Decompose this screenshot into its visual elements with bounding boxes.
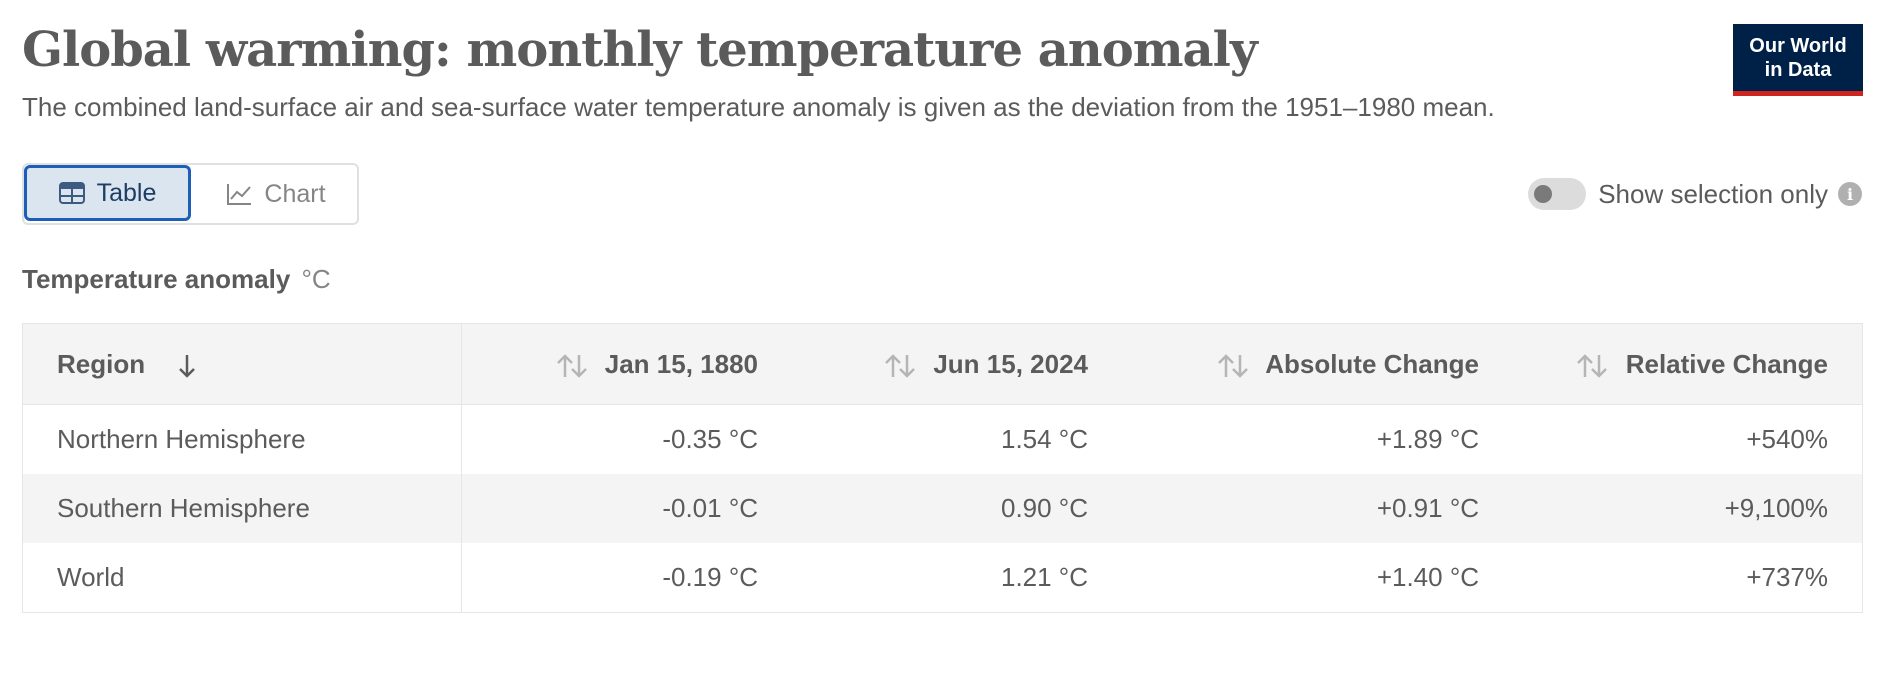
show-selection-label[interactable]: Show selection only [1598,179,1828,210]
data-table: Region Jan 15, 1880 Jun 15, 2024 Absolut… [22,323,1863,613]
column-header-relative-change[interactable]: Relative Change [1513,323,1863,405]
table-cell: -0.01 °C [461,474,792,543]
table-cell: +737% [1746,562,1828,592]
page-title: Global warming: monthly temperature anom… [22,22,1258,78]
table-cell: +0.91 °C [1122,474,1513,543]
table-cell: 0.90 °C [792,474,1122,543]
column-header-label: Jan 15, 1880 [604,348,758,379]
table-row[interactable]: Southern Hemisphere -0.01 °C 0.90 °C +0.… [22,474,1863,543]
tab-chart-label: Chart [264,179,326,208]
table-cell-region: Southern Hemisphere [22,474,462,543]
table-row[interactable]: World -0.19 °C 1.21 °C +1.40 °C +737% [22,543,1863,613]
sort-icon[interactable] [1217,353,1249,379]
table-icon [58,182,85,204]
sort-icon[interactable] [884,353,916,379]
column-header-absolute-change[interactable]: Absolute Change [1122,323,1513,405]
table-cell: -0.19 °C [662,562,758,592]
info-icon[interactable]: i [1838,182,1862,206]
table-cell: 1.21 °C [1000,562,1088,592]
sort-descending-icon[interactable] [178,353,196,379]
table-header-row: Region Jan 15, 1880 Jun 15, 2024 Absolut… [22,323,1863,405]
table-cell: -0.35 °C [662,424,758,454]
table-row[interactable]: Northern Hemisphere -0.35 °C 1.54 °C +1.… [22,404,1863,474]
table-cell: +540% [1746,424,1828,454]
sort-icon[interactable] [556,353,588,379]
table-cell: +1.89 °C [1376,424,1479,454]
tab-table[interactable]: Table [24,165,191,221]
column-header-label: Relative Change [1625,348,1828,379]
page-subtitle: The combined land-surface air and sea-su… [22,92,1495,122]
table-cell: +9,100% [1513,474,1863,543]
toggle-knob [1534,185,1553,203]
view-toggle: Table Chart [22,163,359,225]
logo-line-2: in Data [1764,58,1832,81]
column-header-start[interactable]: Jan 15, 1880 [461,323,792,405]
owid-logo[interactable]: Our World in Data [1733,24,1863,96]
column-header-label: Absolute Change [1265,348,1479,379]
table-cell: +1.40 °C [1376,562,1479,592]
show-selection-control: Show selection only i [1528,176,1862,212]
tab-table-label: Table [96,178,157,207]
sort-icon[interactable] [1576,353,1608,379]
column-header-label: Jun 15, 2024 [933,348,1088,379]
table-cell-region: Northern Hemisphere [22,404,462,474]
table-cell-region: World [22,543,462,613]
table-cell: 1.54 °C [1000,424,1088,454]
column-header-end[interactable]: Jun 15, 2024 [792,323,1122,405]
tab-chart[interactable]: Chart [196,165,356,223]
logo-line-1: Our World [1749,34,1847,57]
show-selection-toggle[interactable] [1528,178,1587,210]
table-caption: Temperature anomaly °C [22,264,331,295]
table-caption-label: Temperature anomaly [22,264,291,294]
line-chart-icon [227,184,252,205]
column-header-region[interactable]: Region [22,323,462,405]
column-header-label: Region [57,348,146,379]
table-caption-unit: °C [301,264,331,294]
